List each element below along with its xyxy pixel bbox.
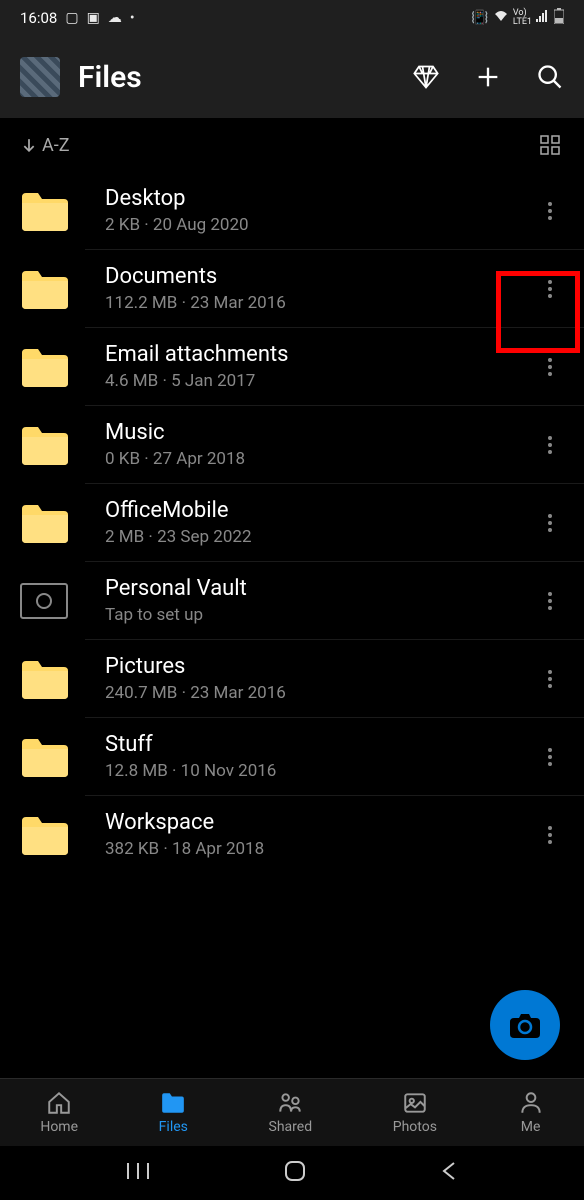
premium-icon[interactable] (412, 63, 440, 91)
nav-label: Files (159, 1119, 188, 1135)
more-options-button[interactable] (526, 343, 574, 391)
file-name: Desktop (105, 186, 526, 211)
nav-shared[interactable]: Shared (269, 1090, 313, 1135)
files-icon (160, 1090, 186, 1116)
add-button[interactable] (474, 63, 502, 91)
list-item[interactable]: Desktop 2 KB · 20 Aug 2020 (85, 172, 584, 250)
home-button[interactable] (284, 1160, 306, 1186)
lte-icon: Vo)LTE1 (513, 9, 532, 27)
folder-icon (20, 815, 68, 855)
more-options-button[interactable] (526, 265, 574, 313)
list-item[interactable]: Documents 112.2 MB · 23 Mar 2016 (85, 250, 584, 328)
page-title: Files (78, 60, 394, 95)
file-meta: 4.6 MB · 5 Jan 2017 (105, 371, 526, 391)
file-name: Workspace (105, 810, 526, 835)
more-options-button[interactable] (526, 733, 574, 781)
sort-bar: A-Z (0, 118, 584, 172)
nav-label: Photos (393, 1119, 437, 1135)
file-meta: 2 KB · 20 Aug 2020 (105, 215, 526, 235)
file-meta: Tap to set up (105, 605, 526, 625)
system-nav (0, 1146, 584, 1200)
more-options-button[interactable] (526, 577, 574, 625)
more-options-button[interactable] (526, 811, 574, 859)
camera-fab[interactable] (490, 990, 560, 1060)
list-item[interactable]: Personal Vault Tap to set up (85, 562, 584, 640)
file-meta: 382 KB · 18 Apr 2018 (105, 839, 526, 859)
battery-icon (554, 8, 564, 28)
back-button[interactable] (441, 1160, 457, 1186)
list-item[interactable]: Email attachments 4.6 MB · 5 Jan 2017 (85, 328, 584, 406)
file-name: OfficeMobile (105, 498, 526, 523)
me-icon (518, 1090, 544, 1116)
image-icon: ▢ (65, 10, 78, 26)
list-item[interactable]: OfficeMobile 2 MB · 23 Sep 2022 (85, 484, 584, 562)
file-list[interactable]: Desktop 2 KB · 20 Aug 2020 Documents 112… (0, 172, 584, 1078)
file-name: Pictures (105, 654, 526, 679)
more-options-button[interactable] (526, 655, 574, 703)
recents-button[interactable] (127, 1162, 149, 1184)
signal-icon (536, 10, 550, 26)
app-header: Files (0, 36, 584, 118)
file-meta: 2 MB · 23 Sep 2022 (105, 527, 526, 547)
file-meta: 240.7 MB · 23 Mar 2016 (105, 683, 526, 703)
sort-button[interactable]: A-Z (22, 135, 70, 156)
vault-icon (20, 583, 68, 619)
view-toggle-button[interactable] (538, 133, 562, 157)
folder-icon (20, 191, 68, 231)
shared-icon (277, 1090, 303, 1116)
home-icon (46, 1090, 72, 1116)
more-options-button[interactable] (526, 187, 574, 235)
file-meta: 12.8 MB · 10 Nov 2016 (105, 761, 526, 781)
file-name: Personal Vault (105, 576, 526, 601)
file-name: Music (105, 420, 526, 445)
nav-photos[interactable]: Photos (393, 1090, 437, 1135)
search-button[interactable] (536, 63, 564, 91)
folder-icon (20, 737, 68, 777)
file-name: Documents (105, 264, 526, 289)
nav-label: Shared (269, 1119, 313, 1135)
wifi-icon (493, 9, 509, 27)
dot-icon: • (130, 10, 135, 26)
nav-me[interactable]: Me (518, 1090, 544, 1135)
more-options-button[interactable] (526, 421, 574, 469)
cloud-icon: ☁ (108, 10, 122, 26)
list-item[interactable]: Music 0 KB · 27 Apr 2018 (85, 406, 584, 484)
folder-icon (20, 269, 68, 309)
file-meta: 112.2 MB · 23 Mar 2016 (105, 293, 526, 313)
camera-icon (510, 1012, 540, 1038)
file-meta: 0 KB · 27 Apr 2018 (105, 449, 526, 469)
photos-icon (402, 1090, 428, 1116)
list-item[interactable]: Pictures 240.7 MB · 23 Mar 2016 (85, 640, 584, 718)
app-icon: ▣ (87, 10, 100, 26)
list-item[interactable]: Workspace 382 KB · 18 Apr 2018 (85, 796, 584, 873)
folder-icon (20, 347, 68, 387)
bottom-nav: Home Files Shared Photos Me (0, 1078, 584, 1146)
nav-label: Me (521, 1119, 541, 1135)
file-name: Stuff (105, 732, 526, 757)
nav-home[interactable]: Home (40, 1090, 78, 1135)
list-item[interactable]: Stuff 12.8 MB · 10 Nov 2016 (85, 718, 584, 796)
nav-label: Home (40, 1119, 78, 1135)
more-options-button[interactable] (526, 499, 574, 547)
status-time: 16:08 (20, 9, 57, 27)
status-bar: 16:08 ▢ ▣ ☁ • 📳 Vo)LTE1 (0, 0, 584, 36)
avatar[interactable] (20, 57, 60, 97)
vibrate-icon: 📳 (471, 10, 488, 26)
nav-files[interactable]: Files (159, 1090, 188, 1135)
folder-icon (20, 425, 68, 465)
folder-icon (20, 659, 68, 699)
sort-label: A-Z (42, 135, 70, 156)
folder-icon (20, 503, 68, 543)
file-name: Email attachments (105, 342, 526, 367)
